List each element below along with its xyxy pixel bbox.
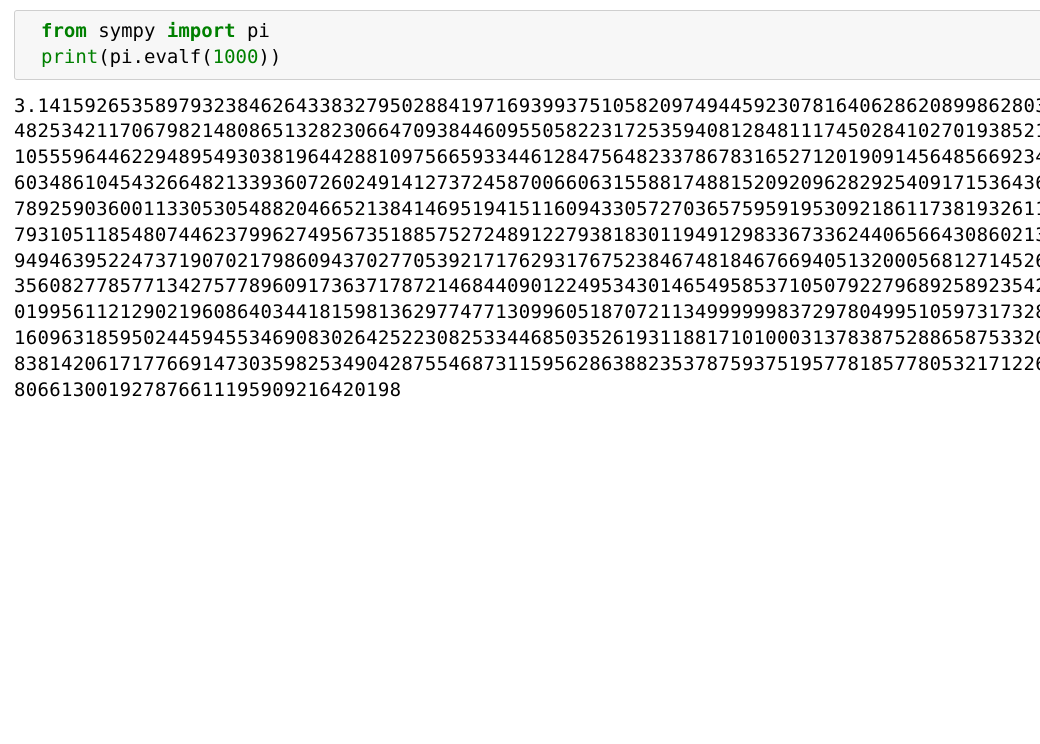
- output-text: 3.14159265358979323846264338327950288419…: [14, 94, 1040, 404]
- space: [236, 20, 247, 42]
- name-pi: pi: [110, 46, 133, 68]
- number-1000: 1000: [213, 46, 259, 68]
- method-evalf: evalf: [144, 46, 201, 68]
- space: [87, 20, 98, 42]
- dot: .: [133, 46, 144, 68]
- name-pi: pi: [247, 20, 270, 42]
- code-line-2: print(pi.evalf(1000)): [41, 45, 1040, 71]
- space: [155, 20, 166, 42]
- paren-close: ): [258, 46, 269, 68]
- code-cell: from sympy import pi print(pi.evalf(1000…: [14, 10, 1040, 80]
- paren-open: (: [98, 46, 109, 68]
- builtin-print: print: [41, 46, 98, 68]
- paren-close: ): [270, 46, 281, 68]
- keyword-import: import: [167, 20, 236, 42]
- module-sympy: sympy: [98, 20, 155, 42]
- code-line-1: from sympy import pi: [41, 19, 1040, 45]
- paren-open: (: [201, 46, 212, 68]
- keyword-from: from: [41, 20, 87, 42]
